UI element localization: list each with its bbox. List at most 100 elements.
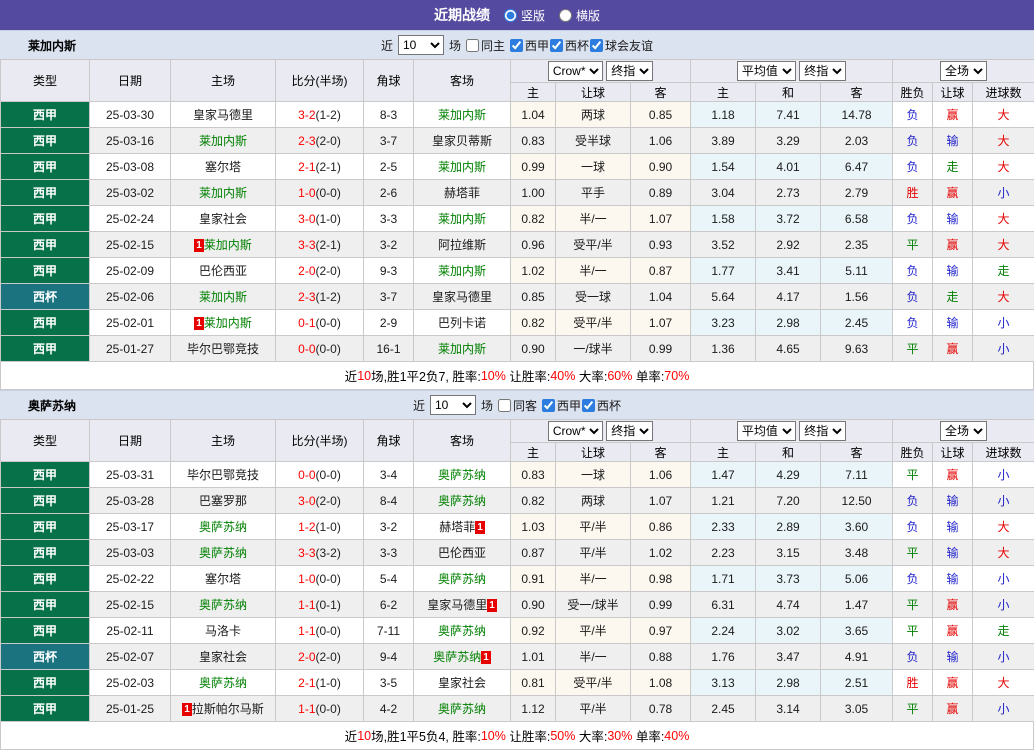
team-label: 巴伦西亚 — [438, 546, 486, 560]
odds-cell: 两球 — [556, 488, 631, 514]
horizontal-layout-radio[interactable] — [559, 9, 572, 22]
odds-cell: 7.20 — [756, 488, 821, 514]
odds-cell: 1.02 — [511, 258, 556, 284]
team-label: 莱加内斯 — [438, 264, 486, 278]
competition-checkbox[interactable] — [542, 399, 555, 412]
competition-checkbox[interactable] — [582, 399, 595, 412]
competition-filter[interactable]: 西甲 — [510, 37, 549, 54]
odds-cell: 2.33 — [691, 514, 756, 540]
result-cell: 小 — [973, 336, 1034, 362]
team-label: 莱加内斯 — [199, 290, 247, 304]
odds-cell: 3.04 — [691, 180, 756, 206]
result-cell: 小 — [973, 462, 1034, 488]
average-select[interactable]: 平均值 — [737, 421, 796, 441]
odds-cell: 3.60 — [821, 514, 893, 540]
fulltime-score: 3-3 — [298, 238, 315, 252]
layout-option-horizontal[interactable]: 横版 — [559, 7, 600, 24]
result-cell: 小 — [973, 644, 1034, 670]
table-header: 类型 日期 主场 比分(半场) 角球 客场 Crow* 终指 平均值 终指 — [1, 420, 1034, 462]
average-odds-group: 平均值 终指 — [691, 60, 893, 83]
average-stage-select[interactable]: 终指 — [799, 421, 846, 441]
competition-checkbox[interactable] — [590, 39, 603, 52]
vertical-layout-radio[interactable] — [504, 9, 517, 22]
competition-filter[interactable]: 西杯 — [582, 397, 621, 414]
same-venue-checkbox[interactable] — [498, 399, 511, 412]
odds-cell: 4.91 — [821, 644, 893, 670]
odds-cell: 1.04 — [631, 284, 691, 310]
same-venue-filter[interactable]: 同客 — [498, 397, 537, 414]
date-cell: 25-03-08 — [90, 154, 171, 180]
halftime-score: (0-0) — [316, 572, 341, 586]
layout-option-vertical[interactable]: 竖版 — [504, 7, 545, 24]
odds-stage-select[interactable]: 终指 — [606, 61, 653, 81]
odds-cell: 1.58 — [691, 206, 756, 232]
summary-text: 70% — [664, 369, 689, 383]
result-cell: 输 — [933, 258, 973, 284]
scope-select[interactable]: 全场 — [940, 421, 987, 441]
home-team-cell: 奥萨苏纳 — [171, 514, 276, 540]
result-cell: 大 — [973, 206, 1034, 232]
away-team-cell: 莱加内斯 — [414, 102, 511, 128]
average-select[interactable]: 平均值 — [737, 61, 796, 81]
odds-cell: 1.07 — [631, 206, 691, 232]
recent-count-select[interactable]: 10 — [430, 395, 476, 415]
corners-cell: 8-4 — [364, 488, 414, 514]
competition-checkbox[interactable] — [550, 39, 563, 52]
halftime-score: (2-0) — [316, 264, 341, 278]
odds-cell: 1.47 — [691, 462, 756, 488]
match-row: 西甲25-01-27毕尔巴鄂竞技0-0(0-0)16-1莱加内斯0.90一/球半… — [1, 336, 1034, 362]
result-cell: 大 — [973, 232, 1034, 258]
red-card-badge: 1 — [487, 599, 497, 612]
date-cell: 25-01-25 — [90, 696, 171, 722]
score-cell: 1-0(0-0) — [276, 566, 364, 592]
odds-stage-select[interactable]: 终指 — [606, 421, 653, 441]
odds-cell: 0.82 — [511, 206, 556, 232]
average-stage-select[interactable]: 终指 — [799, 61, 846, 81]
date-cell: 25-02-15 — [90, 592, 171, 618]
competition-checkbox[interactable] — [510, 39, 523, 52]
team-label: 莱加内斯 — [438, 160, 486, 174]
bookmaker-select[interactable]: Crow* — [548, 421, 603, 441]
odds-cell: 半/一 — [556, 644, 631, 670]
away-team-cell: 皇家贝蒂斯 — [414, 128, 511, 154]
recent-count-select[interactable]: 10 — [398, 35, 444, 55]
result-cell: 赢 — [933, 336, 973, 362]
odds-cell: 0.99 — [631, 336, 691, 362]
result-cell: 输 — [933, 566, 973, 592]
col-date: 日期 — [90, 60, 171, 102]
odds-cell: 3.15 — [756, 540, 821, 566]
competition-filter[interactable]: 球会友谊 — [590, 37, 653, 54]
scope-select[interactable]: 全场 — [940, 61, 987, 81]
odds-cell: 受半球 — [556, 128, 631, 154]
odds-cell: 1.21 — [691, 488, 756, 514]
away-team-cell: 皇家社会 — [414, 670, 511, 696]
col-type: 类型 — [1, 60, 90, 102]
date-cell: 25-03-30 — [90, 102, 171, 128]
halftime-score: (2-0) — [316, 650, 341, 664]
score-cell: 2-1(1-0) — [276, 670, 364, 696]
col-odds-handicap: 让球 — [556, 443, 631, 462]
corners-cell: 5-4 — [364, 566, 414, 592]
same-venue-filter[interactable]: 同主 — [466, 37, 505, 54]
odds-cell: 3.13 — [691, 670, 756, 696]
match-row: 西甲25-03-16莱加内斯2-3(2-0)3-7皇家贝蒂斯0.83受半球1.0… — [1, 128, 1034, 154]
competition-filter[interactable]: 西甲 — [542, 397, 581, 414]
same-venue-checkbox[interactable] — [466, 39, 479, 52]
competition-type-cell: 西甲 — [1, 258, 90, 284]
home-team-cell: 奥萨苏纳 — [171, 592, 276, 618]
odds-cell: 平/半 — [556, 618, 631, 644]
odds-cell: 3.05 — [821, 696, 893, 722]
team-label: 毕尔巴鄂竞技 — [187, 342, 259, 356]
bookmaker-select[interactable]: Crow* — [548, 61, 603, 81]
odds-cell: 半/一 — [556, 566, 631, 592]
home-team-cell: 塞尔塔 — [171, 566, 276, 592]
col-avg-away: 客 — [821, 83, 893, 102]
col-date: 日期 — [90, 420, 171, 462]
competition-label: 球会友谊 — [605, 37, 653, 54]
odds-cell: 1.54 — [691, 154, 756, 180]
col-winloss: 胜负 — [893, 443, 933, 462]
competition-type-cell: 西甲 — [1, 696, 90, 722]
col-home: 主场 — [171, 420, 276, 462]
corners-cell: 2-9 — [364, 310, 414, 336]
competition-filter[interactable]: 西杯 — [550, 37, 589, 54]
